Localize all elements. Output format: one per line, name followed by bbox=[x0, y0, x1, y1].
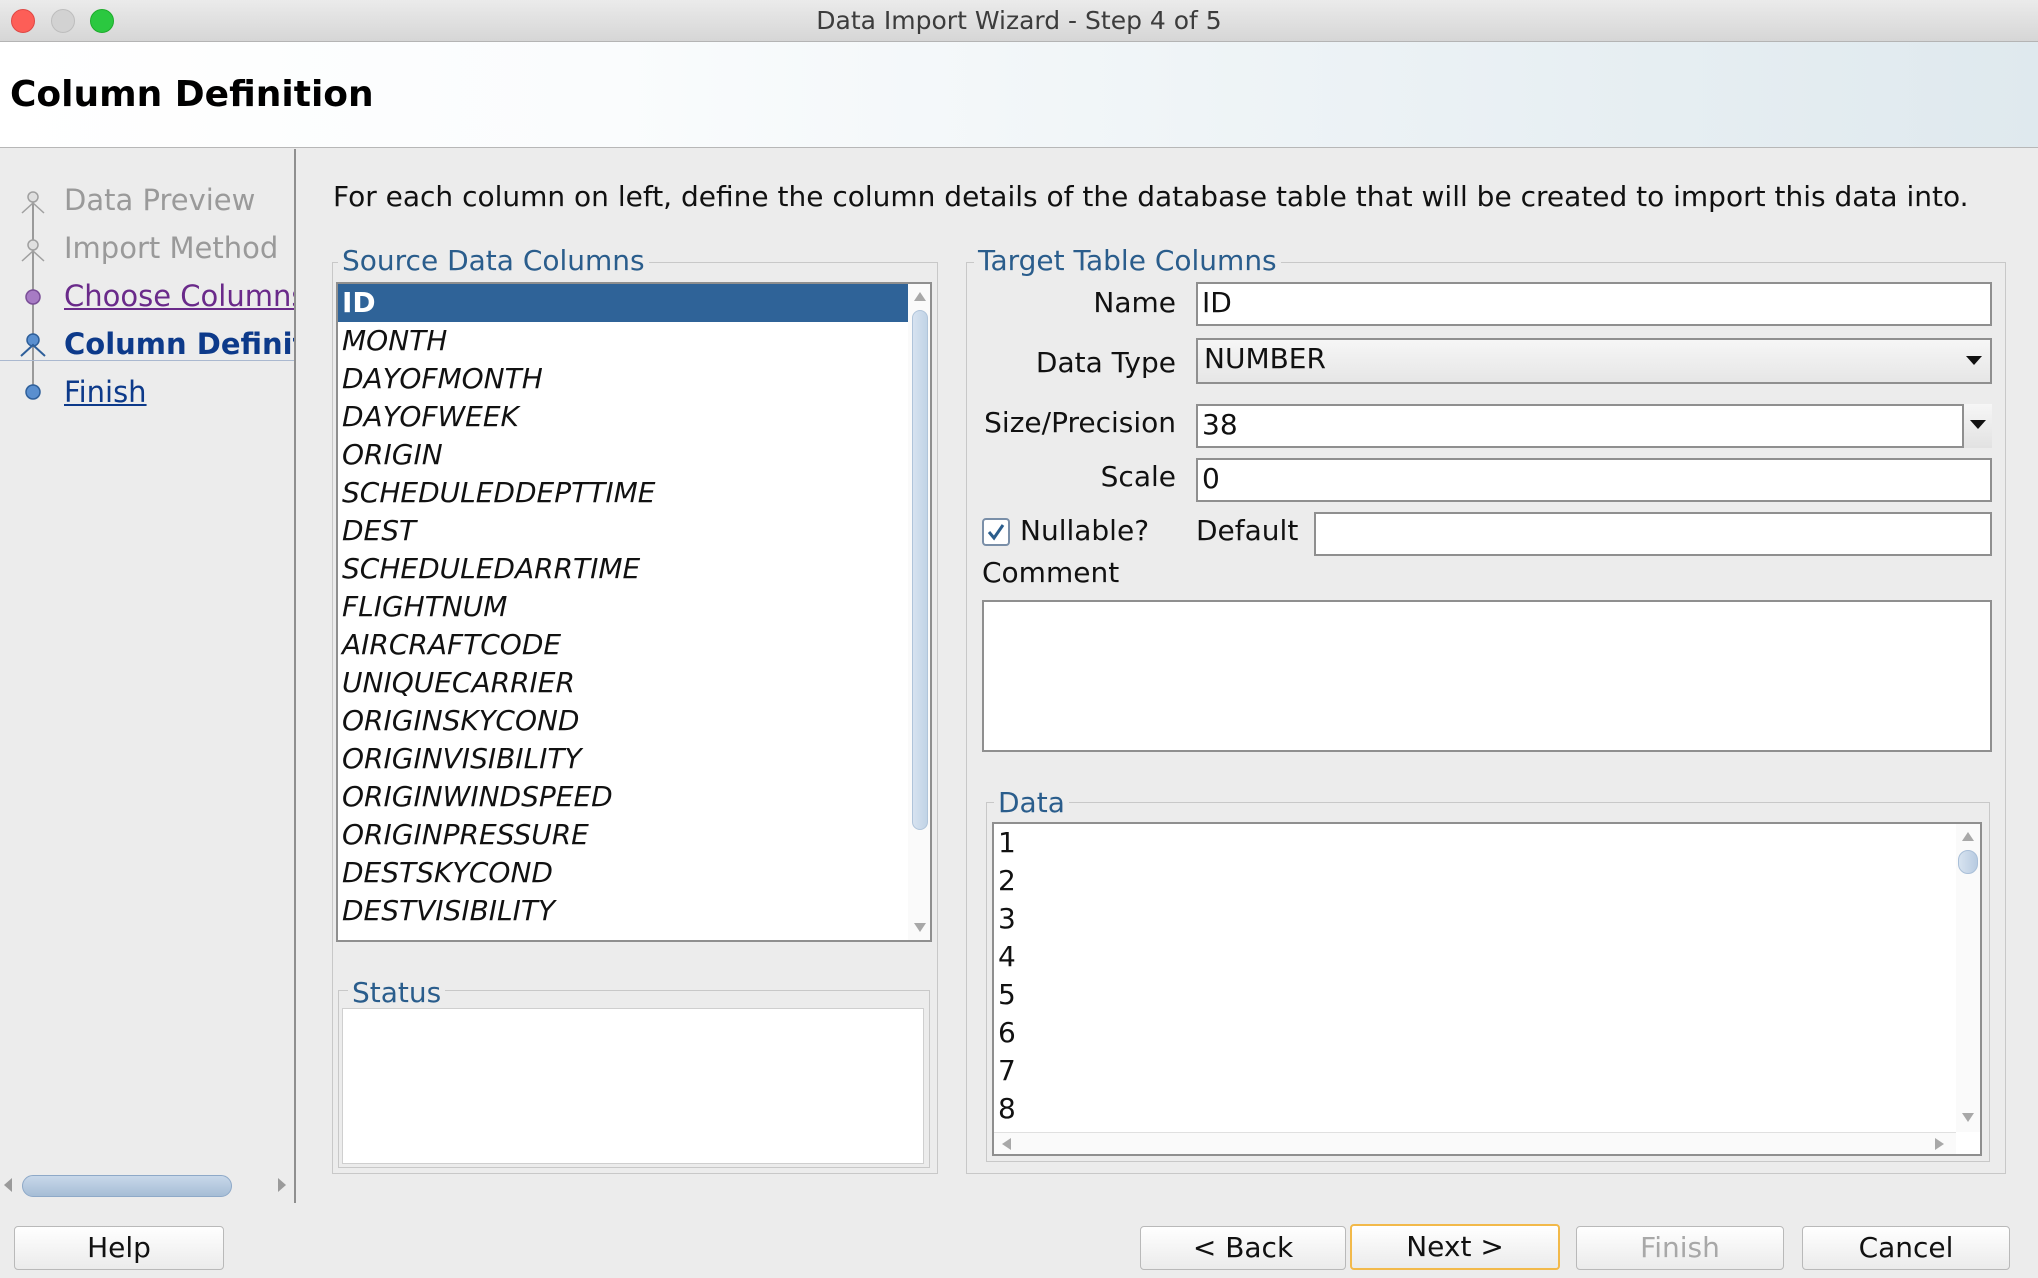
source-column-item[interactable]: SCHEDULEDDEPTTIME bbox=[338, 474, 930, 512]
size-precision-dropdown-button[interactable] bbox=[1962, 404, 1992, 448]
instruction-text: For each column on left, define the colu… bbox=[333, 180, 1969, 213]
source-column-item[interactable]: ORIGINWINDSPEED bbox=[338, 778, 930, 816]
name-field[interactable]: ID bbox=[1196, 282, 1992, 326]
source-column-item[interactable]: MONTH bbox=[338, 322, 930, 360]
source-columns-legend: Source Data Columns bbox=[338, 244, 649, 277]
chevron-down-icon bbox=[1970, 420, 1986, 429]
page-title: Column Definition bbox=[10, 74, 374, 115]
next-button[interactable]: Next > bbox=[1350, 1224, 1560, 1270]
scroll-right-icon[interactable] bbox=[276, 1177, 288, 1193]
wizard-steps-sidebar: Data Preview Import Method Choose Column… bbox=[0, 149, 296, 1203]
data-preview-legend: Data bbox=[994, 786, 1069, 819]
scroll-down-icon[interactable] bbox=[1961, 1112, 1975, 1124]
source-column-item[interactable]: ORIGINVISIBILITY bbox=[338, 740, 930, 778]
source-column-item[interactable]: ORIGINSKYCOND bbox=[338, 702, 930, 740]
size-precision-label: Size/Precision bbox=[984, 406, 1176, 439]
step-import-method: Import Method bbox=[64, 231, 279, 265]
step-data-preview: Data Preview bbox=[64, 183, 256, 217]
data-row: 5 bbox=[998, 978, 1016, 1011]
step-disabled-icon bbox=[21, 191, 45, 214]
source-column-item[interactable]: ORIGINPRESSURE bbox=[338, 816, 930, 854]
source-column-item[interactable]: UNIQUECARRIER bbox=[338, 664, 930, 702]
status-area bbox=[342, 1008, 924, 1164]
data-row: 1 bbox=[998, 826, 1016, 859]
checkmark-icon bbox=[987, 524, 1005, 541]
data-list-vertical-scrollbar[interactable] bbox=[1956, 824, 1980, 1132]
data-row: 2 bbox=[998, 864, 1016, 897]
step-column-definition[interactable]: Column Definiti bbox=[64, 327, 294, 361]
source-column-item[interactable]: ID bbox=[338, 284, 930, 322]
source-columns-list[interactable]: ID MONTH DAYOFMONTH DAYOFWEEK ORIGIN SCH… bbox=[336, 282, 932, 942]
data-preview-list[interactable]: 1 2 3 4 5 6 7 8 bbox=[992, 822, 1982, 1156]
source-column-item[interactable]: SCHEDULEDARRTIME bbox=[338, 550, 930, 588]
default-label: Default bbox=[1196, 514, 1299, 547]
scroll-down-icon[interactable] bbox=[913, 922, 927, 934]
step-disabled-icon bbox=[21, 239, 45, 262]
sidebar-horizontal-scrollbar[interactable] bbox=[0, 1169, 294, 1199]
chevron-down-icon bbox=[1966, 356, 1982, 365]
title-bar: Data Import Wizard - Step 4 of 5 bbox=[0, 0, 2038, 42]
step-pending-icon bbox=[25, 384, 41, 400]
step-choose-columns[interactable]: Choose Columns bbox=[64, 279, 294, 313]
scroll-up-icon[interactable] bbox=[1961, 830, 1975, 842]
nullable-label: Nullable? bbox=[1020, 514, 1150, 547]
window-title: Data Import Wizard - Step 4 of 5 bbox=[816, 6, 1222, 35]
source-column-item[interactable]: AIRCRAFTCODE bbox=[338, 626, 930, 664]
source-column-item[interactable]: FLIGHTNUM bbox=[338, 588, 930, 626]
source-column-item[interactable]: DEST bbox=[338, 512, 930, 550]
source-list-scrollbar[interactable] bbox=[908, 284, 930, 940]
source-column-item[interactable]: DESTVISIBILITY bbox=[338, 892, 930, 930]
size-precision-value: 38 bbox=[1202, 408, 1238, 441]
step-finish[interactable]: Finish bbox=[64, 375, 147, 409]
data-list-scroll-thumb[interactable] bbox=[1958, 850, 1978, 874]
data-type-select[interactable]: NUMBER bbox=[1196, 338, 1992, 384]
name-label: Name bbox=[1093, 286, 1176, 319]
scale-field[interactable]: 0 bbox=[1196, 458, 1992, 502]
data-row: 4 bbox=[998, 940, 1016, 973]
comment-label: Comment bbox=[982, 556, 1120, 589]
cancel-button[interactable]: Cancel bbox=[1802, 1226, 2010, 1270]
data-row: 6 bbox=[998, 1016, 1016, 1049]
data-row: 8 bbox=[998, 1092, 1016, 1125]
default-field[interactable] bbox=[1314, 512, 1992, 556]
step-current-icon bbox=[20, 333, 46, 357]
comment-textarea[interactable] bbox=[982, 600, 1992, 752]
step-visited-icon bbox=[25, 289, 41, 305]
data-row: 7 bbox=[998, 1054, 1016, 1087]
target-columns-legend: Target Table Columns bbox=[974, 244, 1281, 277]
source-column-item[interactable]: DAYOFWEEK bbox=[338, 398, 930, 436]
scale-label: Scale bbox=[1100, 460, 1176, 493]
sidebar-scroll-thumb[interactable] bbox=[22, 1175, 232, 1197]
data-list-horizontal-scrollbar[interactable] bbox=[994, 1132, 1956, 1154]
source-column-item[interactable]: DESTSKYCOND bbox=[338, 854, 930, 892]
status-legend: Status bbox=[348, 976, 446, 1009]
scroll-left-icon[interactable] bbox=[1000, 1137, 1012, 1151]
scroll-left-icon[interactable] bbox=[2, 1177, 14, 1193]
data-row: 3 bbox=[998, 902, 1016, 935]
source-column-item[interactable]: ORIGIN bbox=[338, 436, 930, 474]
size-precision-combo[interactable]: 38 bbox=[1196, 404, 1992, 448]
finish-button: Finish bbox=[1576, 1226, 1784, 1270]
data-type-value: NUMBER bbox=[1204, 342, 1326, 375]
help-button[interactable]: Help bbox=[14, 1226, 224, 1270]
wizard-header: Column Definition bbox=[0, 42, 2038, 148]
nullable-checkbox[interactable] bbox=[982, 518, 1010, 546]
source-list-scroll-thumb[interactable] bbox=[912, 310, 928, 830]
data-type-label: Data Type bbox=[1035, 346, 1176, 379]
scroll-right-icon[interactable] bbox=[1934, 1137, 1946, 1151]
back-button[interactable]: < Back bbox=[1140, 1226, 1346, 1270]
source-column-item[interactable]: DAYOFMONTH bbox=[338, 360, 930, 398]
scroll-up-icon[interactable] bbox=[913, 290, 927, 302]
